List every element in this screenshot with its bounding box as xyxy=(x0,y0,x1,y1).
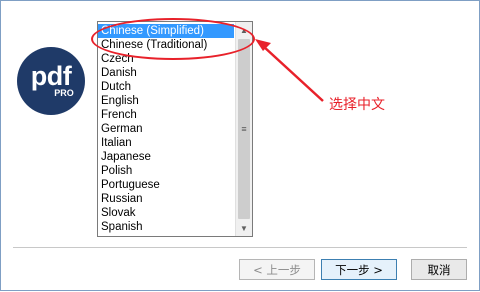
list-item[interactable]: Slovak xyxy=(98,206,234,220)
logo-text: pdf xyxy=(30,61,72,91)
scroll-up-icon[interactable]: ▲ xyxy=(236,22,252,38)
next-button[interactable]: 下一步 > xyxy=(321,259,397,280)
divider xyxy=(13,247,467,248)
vertical-scrollbar[interactable]: ▲ ≡ ▼ xyxy=(235,22,252,236)
list-item[interactable]: French xyxy=(98,108,234,122)
list-item[interactable]: German xyxy=(98,122,234,136)
list-item[interactable]: Russian xyxy=(98,192,234,206)
annotation-text: 选择中文 xyxy=(329,97,385,113)
list-item[interactable]: English xyxy=(98,94,234,108)
list-item[interactable]: Czech xyxy=(98,52,234,66)
list-item[interactable]: Spanish xyxy=(98,220,234,234)
pdfpro-logo: pdf PRO xyxy=(17,47,85,115)
back-button[interactable]: < 上一步 xyxy=(239,259,315,280)
logo-subtext: PRO xyxy=(54,88,74,98)
list-item[interactable]: Danish xyxy=(98,66,234,80)
list-item[interactable]: Japanese xyxy=(98,150,234,164)
scroll-thumb[interactable]: ≡ xyxy=(238,39,250,219)
dialog-window: pdf PRO Chinese (Simplified) Chinese (Tra… xyxy=(0,0,480,291)
list-item[interactable]: Dutch xyxy=(98,80,234,94)
language-listbox[interactable]: Chinese (Simplified) Chinese (Traditional… xyxy=(97,21,253,237)
list-item[interactable]: Polish xyxy=(98,164,234,178)
language-list: Chinese (Simplified) Chinese (Traditional… xyxy=(98,24,234,234)
scroll-down-icon[interactable]: ▼ xyxy=(236,220,252,236)
list-item[interactable]: Portuguese xyxy=(98,178,234,192)
list-item[interactable]: Chinese (Traditional) xyxy=(98,38,234,52)
list-item[interactable]: Italian xyxy=(98,136,234,150)
list-item[interactable]: Chinese (Simplified) xyxy=(98,24,234,38)
cancel-button[interactable]: 取消 xyxy=(411,259,467,280)
